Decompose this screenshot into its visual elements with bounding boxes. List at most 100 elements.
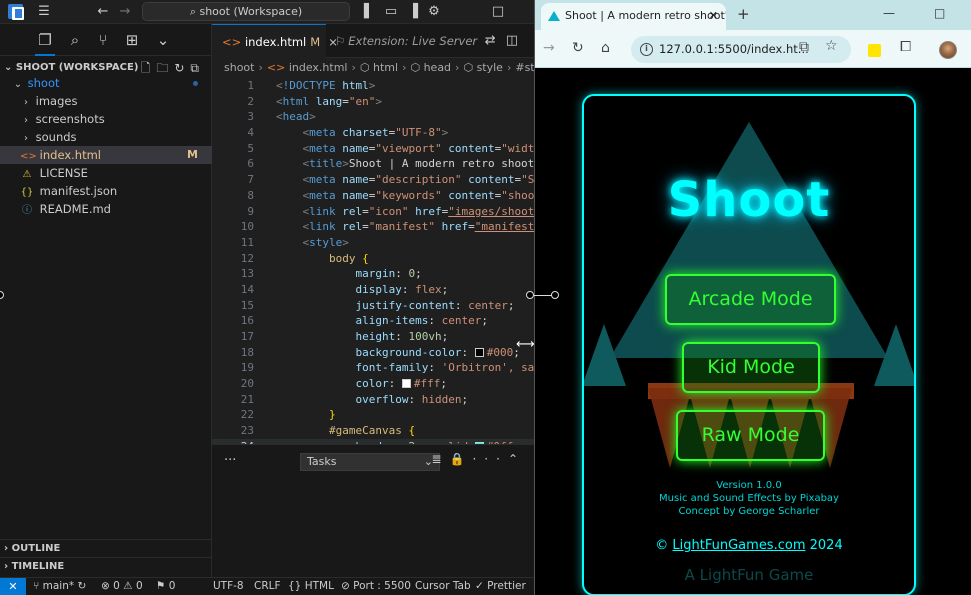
maximize-icon[interactable]: □ [934,6,945,20]
branch-name: main* [42,580,75,592]
compare-changes-icon[interactable]: ⇄ [485,33,506,48]
chevron-right-icon: › [4,561,12,572]
lightfungames-link[interactable]: LightFunGames.com [672,538,805,553]
html-file-icon: <> [222,35,245,49]
eol-status[interactable]: CRLF [254,578,281,595]
resize-handle[interactable] [551,291,559,299]
lock-icon[interactable]: 🔒 [450,452,473,466]
encoding-status[interactable]: UTF-8 [213,578,244,595]
toggle-sidebar-icon[interactable]: ▌ [361,4,377,20]
chevron-up-icon[interactable]: ⌃ [508,452,526,466]
site-info-icon[interactable]: i [640,43,653,56]
back-arrow-icon[interactable]: → [543,40,555,56]
outline-label: OUTLINE [11,543,61,554]
tasks-dropdown[interactable]: Tasks ⌄ [300,453,440,471]
minimize-icon[interactable]: — [883,6,895,20]
extensions-puzzle-icon[interactable]: ⧠ [900,39,911,55]
home-icon[interactable]: ⌂ [601,40,610,56]
raw-mode-button[interactable]: Raw Mode [676,410,825,461]
problems-status[interactable]: ⊗ 0 ⚠ 0 [101,578,143,595]
warning-count: 0 [135,580,143,592]
address-bar[interactable]: i 127.0.0.1:5500/index.ht... [631,36,851,63]
line-number: 17 [240,330,254,343]
arcade-mode-button[interactable]: Arcade Mode [665,274,836,325]
new-folder-icon[interactable]: 🗀 [156,61,174,75]
tree-item-license[interactable]: ⚠ LICENSE [0,164,212,182]
tab-extension-live-server[interactable]: ⚐ Extension: Live Server [326,24,478,58]
tree-item-images[interactable]: › images [0,92,212,110]
command-center[interactable]: ⌕ shoot (Workspace) [142,2,350,21]
list-filter-icon[interactable]: ≣ [431,452,449,466]
code-text: <style> [302,235,349,249]
prettier-status[interactable]: ✓ Prettier [475,578,526,595]
explorer-files-icon[interactable]: ❐ [35,30,55,56]
tree-item-label: screenshots [35,112,105,126]
extensions-icon[interactable]: ⊞ [122,30,142,50]
collapse-all-icon[interactable]: ⧉ [190,61,205,75]
ports-status[interactable]: ⚑ 0 [156,578,175,595]
cursor-tab-status[interactable]: Cursor Tab [415,578,471,595]
timeline-section[interactable]: › TIMELINE [0,557,212,575]
code-text: font-family: 'Orbitron', sans [355,361,534,375]
breadcrumb[interactable]: shoot › <> index.html › ⬡ html › ⬡ head › ⬡ styl… [212,58,534,78]
resize-cursor-icon: ⟷ [516,337,535,352]
tree-item-sounds[interactable]: › sounds [0,128,212,146]
install-app-icon[interactable]: ⧉ [799,39,809,55]
faded-tagline: A LightFun Game [684,566,814,584]
tasks-dropdown-value: Tasks [307,455,337,468]
more-icon[interactable]: ··· [472,452,507,466]
code-editor[interactable]: 1 <!DOCTYPE html> 2 <html lang="en"> 3 <hea… [212,78,534,444]
tree-item-screenshots[interactable]: › screenshots [0,110,212,128]
tab-index-html[interactable]: <> index.html M × [212,24,338,58]
breadcrumb-item: head [423,61,452,74]
search-icon[interactable]: ⌕ [65,30,85,50]
game-canvas[interactable]: Shoot Arcade Mode Kid Mode Raw Mode Vers… [582,94,916,595]
source-control-icon[interactable]: ⑂ [93,30,113,50]
settings-gear-icon[interactable]: ⚙ [426,4,442,20]
new-tab-icon[interactable]: + [737,5,750,23]
tree-item-manifest-json[interactable]: {} manifest.json [0,182,212,200]
maximize-icon[interactable]: □ [490,4,506,20]
ship-right-wing [874,324,914,386]
tree-folder-shoot[interactable]: ⌄ shoot [0,74,212,92]
code-text: } [328,408,336,422]
live-server-port[interactable]: ⊘ Port : 5500 [341,578,411,595]
chevron-down-icon[interactable]: ⌄ [153,30,173,50]
tree-item-label: index.html [39,148,101,162]
back-arrow-icon[interactable]: ← [95,4,111,20]
tree-item-label: sounds [35,130,77,144]
color-swatch-icon[interactable] [401,379,411,389]
remote-indicator-icon[interactable]: ✕ [0,578,26,595]
browser-tab-shoot[interactable]: Shoot | A modern retro shoot'e ✕ [541,3,726,30]
copyright-year: 2024 [809,538,843,553]
bookmark-star-icon[interactable]: ☆ [825,38,838,54]
tree-item-index-html[interactable]: <> index.html M [0,146,212,164]
tree-item-readme-md[interactable]: ⓘ README.md [0,200,212,218]
color-swatch-icon[interactable] [474,347,484,357]
resize-handle[interactable] [526,291,534,299]
kid-mode-button[interactable]: Kid Mode [682,342,820,393]
game-title: Shoot [667,172,831,228]
extension-icon[interactable] [868,44,881,57]
new-file-icon[interactable]: 🗋 [141,61,157,75]
reload-icon[interactable]: ↻ [572,40,584,56]
toggle-panel-icon[interactable]: ▭ [383,4,399,20]
code-text: display: flex; [355,282,449,296]
split-editor-icon[interactable]: ◫ [506,33,528,48]
editor-actions: ⇄◫ [485,33,528,48]
symbol-icon: ⬡ [463,61,474,74]
language-status[interactable]: {} HTML [288,578,334,595]
menu-icon[interactable]: ☰ [36,4,52,20]
explorer-sidebar: ❐ ⌕ ⑂ ⊞ ⌄ ⌄ SHOOT (WORKSPACE) 🗋🗀↻⧉ ⌄ sho… [0,24,212,577]
code-line: 1 <!DOCTYPE html> [212,78,534,94]
braces-icon: {} [288,580,305,592]
outline-section[interactable]: › OUTLINE [0,539,212,557]
refresh-icon[interactable]: ↻ [174,61,190,75]
toggle-secondary-sidebar-icon[interactable]: ▐ [405,4,421,20]
branch-status[interactable]: ⑂ main* ↻ [33,578,86,595]
close-tab-icon[interactable]: ✕ [709,3,718,28]
line-number: 15 [240,298,254,312]
forward-arrow-icon[interactable]: → [117,4,133,20]
more-actions-icon[interactable]: ··· [224,453,236,468]
profile-avatar[interactable] [939,41,957,59]
